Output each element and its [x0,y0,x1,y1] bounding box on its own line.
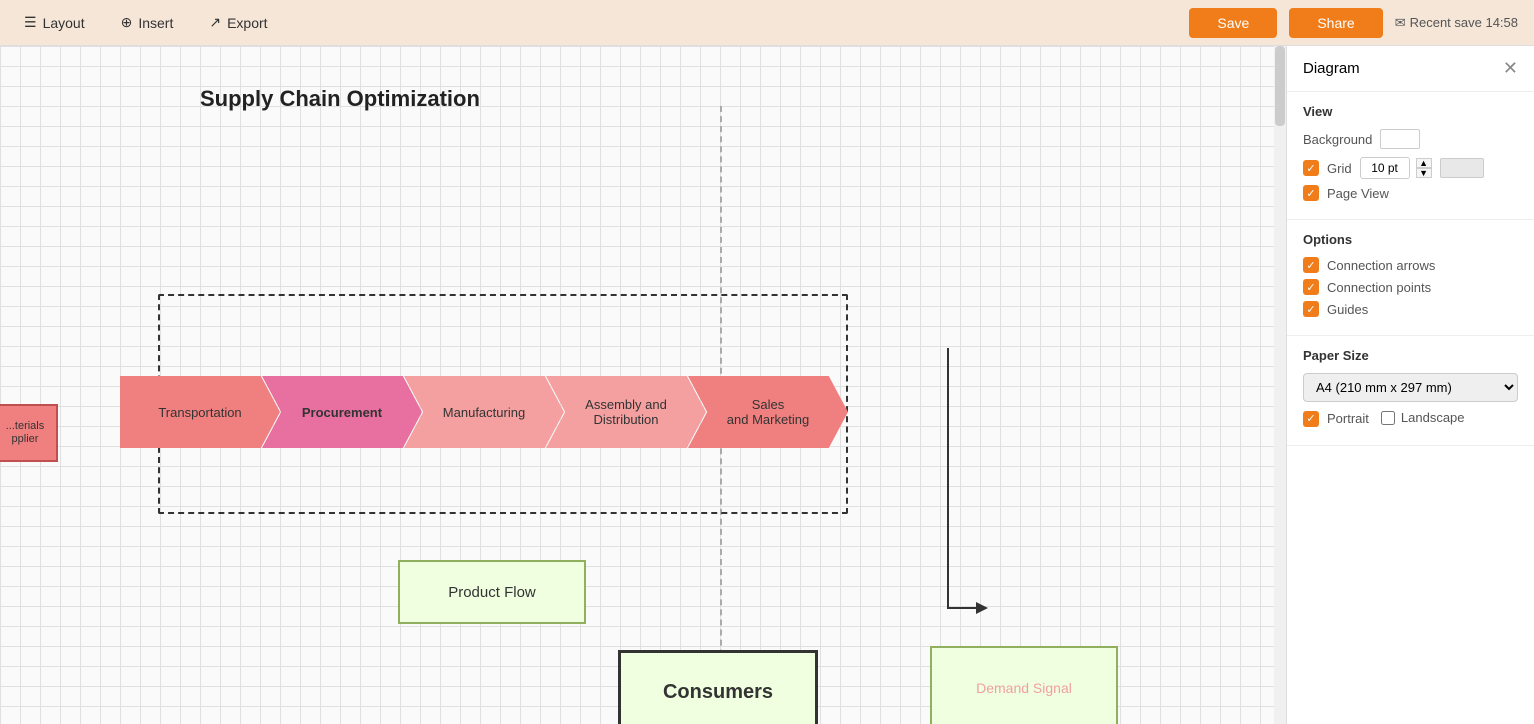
panel-view-section: View Background Grid ▲ ▼ Pa [1287,92,1534,220]
grid-label: Grid [1327,161,1352,176]
chevron-manufacturing-label: Manufacturing [443,405,525,420]
view-section-title: View [1303,104,1518,119]
grid-checkbox[interactable] [1303,160,1319,176]
portrait-row: Portrait [1303,411,1369,427]
chevron-procurement-label: Procurement [302,405,382,420]
landscape-row: Landscape [1381,410,1465,425]
chevron-procurement[interactable]: Procurement [262,376,422,448]
recent-save-text: Recent save 14:58 [1410,15,1518,30]
export-label: Export [227,15,267,31]
connection-points-checkbox[interactable] [1303,279,1319,295]
insert-label: Insert [138,15,173,31]
recent-save: ✉ Recent save 14:58 [1395,15,1518,31]
connection-arrows-row: Connection arrows [1303,257,1518,273]
layout-icon: ☰ [24,14,37,31]
consumers-label: Consumers [663,681,773,704]
connection-points-label: Connection points [1327,280,1431,295]
export-button[interactable]: ↗ Export [201,10,275,35]
landscape-label: Landscape [1401,410,1465,425]
chevron-manufacturing[interactable]: Manufacturing [404,376,564,448]
page-view-checkbox[interactable] [1303,185,1319,201]
guides-checkbox[interactable] [1303,301,1319,317]
paper-size-section-title: Paper Size [1303,348,1518,363]
chevron-flow-row: Transportation Procurement Manufacturing… [60,376,848,448]
grid-checkbox-row: Grid ▲ ▼ [1303,157,1518,179]
panel-title: Diagram [1303,60,1360,77]
chevron-sales-label: Salesand Marketing [727,397,809,427]
background-label: Background [1303,132,1372,147]
connection-arrows-label: Connection arrows [1327,258,1435,273]
guides-row: Guides [1303,301,1518,317]
toolbar-left: ☰ Layout ⊕ Insert ↗ Export [16,10,1173,35]
scrollbar-thumb[interactable] [1275,46,1285,126]
panel-paper-size-section: Paper Size A4 (210 mm x 297 mm) Letter A… [1287,336,1534,446]
chevron-assembly-distribution[interactable]: Assembly andDistribution [546,376,706,448]
left-box-materials-supplier[interactable]: ...terials pplier [0,404,58,462]
grid-value-input[interactable] [1360,157,1410,179]
page-view-label: Page View [1327,186,1389,201]
portrait-radio[interactable] [1303,411,1319,427]
grid-style-swatch[interactable] [1440,158,1484,178]
landscape-checkbox[interactable] [1381,411,1395,425]
main-area: Supply Chain Optimization ...terials ppl… [0,46,1534,724]
consumers-box[interactable]: Consumers [618,650,818,724]
right-panel: Diagram ✕ View Background Grid ▲ ▼ [1286,46,1534,724]
product-flow-label: Product Flow [448,584,536,601]
chevron-assembly-label: Assembly andDistribution [585,397,667,427]
background-row: Background [1303,129,1518,149]
chevron-transportation[interactable]: Transportation [120,376,280,448]
share-button[interactable]: Share [1289,8,1382,38]
background-color-swatch[interactable] [1380,129,1420,149]
layout-button[interactable]: ☰ Layout [16,10,93,35]
orientation-row: Portrait Landscape [1303,410,1518,433]
panel-options-section: Options Connection arrows Connection poi… [1287,220,1534,336]
toolbar: ☰ Layout ⊕ Insert ↗ Export Save Share ✉ … [0,0,1534,46]
diagram-title: Supply Chain Optimization [200,86,480,112]
clock-icon: ✉ [1395,15,1406,31]
connection-arrows-checkbox[interactable] [1303,257,1319,273]
scrollbar[interactable] [1274,46,1286,724]
demand-signal-label: Demand Signal [976,680,1072,696]
portrait-label: Portrait [1327,411,1369,426]
insert-button[interactable]: ⊕ Insert [113,10,182,35]
insert-icon: ⊕ [121,14,133,31]
sales-to-demand-arrow [878,348,1028,648]
options-section-title: Options [1303,232,1518,247]
toolbar-right: Save Share ✉ Recent save 14:58 [1189,8,1518,38]
demand-signal-box[interactable]: Demand Signal [930,646,1118,724]
guides-label: Guides [1327,302,1368,317]
panel-header: Diagram ✕ [1287,46,1534,92]
grid-decrement-button[interactable]: ▼ [1416,168,1432,178]
chevron-transportation-label: Transportation [158,405,241,420]
paper-size-select[interactable]: A4 (210 mm x 297 mm) Letter A3 (297 mm x… [1303,373,1518,402]
connection-points-row: Connection points [1303,279,1518,295]
left-box-label: ...terials pplier [6,420,45,446]
grid-spinner: ▲ ▼ [1416,158,1432,178]
export-icon: ↗ [209,14,221,31]
grid-input-row: ▲ ▼ [1360,157,1432,179]
product-flow-box[interactable]: Product Flow [398,560,586,624]
layout-label: Layout [43,15,85,31]
canvas-area[interactable]: Supply Chain Optimization ...terials ppl… [0,46,1286,724]
save-button[interactable]: Save [1189,8,1277,38]
grid-increment-button[interactable]: ▲ [1416,158,1432,168]
panel-close-button[interactable]: ✕ [1503,58,1518,79]
chevron-sales-marketing[interactable]: Salesand Marketing [688,376,848,448]
page-view-checkbox-row: Page View [1303,185,1518,201]
